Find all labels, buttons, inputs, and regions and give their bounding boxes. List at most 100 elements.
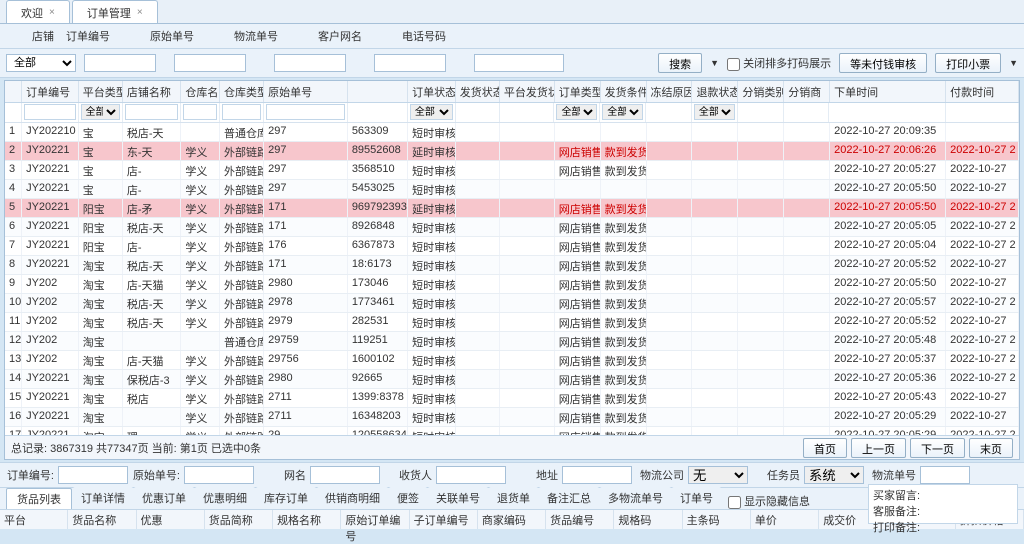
table-row[interactable]: 16JY20221淘宝 学义外部链路疗271116348203短时审核网店销售款… bbox=[5, 408, 1019, 427]
tab-welcome[interactable]: 欢迎× bbox=[6, 0, 70, 23]
table-row[interactable]: 13JY202淘宝店-天猫学义外部链路疗297561600102短时审核网店销售… bbox=[5, 351, 1019, 370]
table-row[interactable]: 8JY20221淘宝税店-天学义外部链路疗17118:6173短时审核网店销售款… bbox=[5, 256, 1019, 275]
origno-input[interactable] bbox=[174, 54, 246, 72]
det-exp[interactable]: 无 bbox=[688, 466, 748, 484]
sh-short[interactable]: 货品简称 bbox=[205, 510, 273, 529]
sh-promo[interactable]: 优惠 bbox=[137, 510, 205, 529]
col-orderstatus[interactable]: 订单状态 bbox=[408, 81, 456, 102]
sh-platform[interactable]: 平台 bbox=[0, 510, 68, 529]
table-row[interactable]: 15JY20221淘宝税店学义外部链路疗27111399:8378短时审核网店销… bbox=[5, 389, 1019, 408]
flt-refund[interactable]: 全部 bbox=[694, 104, 735, 120]
table-row[interactable]: 2JY20221宝东-天学义外部链路疗29789552608延时审核网店销售款到… bbox=[5, 142, 1019, 161]
col-freeze[interactable]: 冻结原因 bbox=[647, 81, 693, 102]
store-select[interactable]: 全部 bbox=[6, 54, 76, 72]
subtab-promodet[interactable]: 优惠明细 bbox=[195, 487, 255, 509]
det-name[interactable] bbox=[310, 466, 380, 484]
col-shop[interactable]: 店铺名称 bbox=[123, 81, 181, 102]
subtab-promo[interactable]: 优惠订单 bbox=[134, 487, 194, 509]
chk-hide[interactable]: 显示隐藏信息 bbox=[728, 493, 810, 509]
subtab-detail[interactable]: 订单详情 bbox=[73, 487, 133, 509]
lbl-phone: 电话号码 bbox=[398, 28, 446, 44]
det-orig[interactable] bbox=[184, 466, 254, 484]
table-row[interactable]: 5JY20221阳宝店-矛学义外部链路疗171969792393延时审核网店销售… bbox=[5, 199, 1019, 218]
wait-button[interactable]: 等未付钱审核 bbox=[839, 53, 927, 73]
subtab-return[interactable]: 退货单 bbox=[489, 487, 538, 509]
col-distrib[interactable]: 分销商 bbox=[784, 81, 830, 102]
det-orderno[interactable] bbox=[58, 466, 128, 484]
flt-shop[interactable] bbox=[125, 104, 179, 120]
table-row[interactable]: 17JY20221淘宝理学义外部链路疗29120558634短时审核网店销售款到… bbox=[5, 427, 1019, 435]
col-orderno[interactable]: 订单编号 bbox=[22, 81, 79, 102]
col-distcat[interactable]: 分销类别 bbox=[738, 81, 784, 102]
table-row[interactable]: 1JY202210宝税店-天 普通仓库297563309短时审核2022-10-… bbox=[5, 123, 1019, 142]
col-refund[interactable]: 退款状态 bbox=[692, 81, 738, 102]
sh-sub[interactable]: 子订单编号 bbox=[410, 510, 478, 529]
flt-orderno[interactable] bbox=[24, 104, 76, 120]
orderno-input[interactable] bbox=[84, 54, 156, 72]
subtab-stock[interactable]: 库存订单 bbox=[256, 487, 316, 509]
table-row[interactable]: 3JY20221宝店-学义外部链路疗2973568510短时审核网店销售款到发货… bbox=[5, 161, 1019, 180]
close-icon[interactable]: × bbox=[49, 7, 55, 18]
table-row[interactable]: 12JY202淘宝 普通仓库29759119251短时审核网店销售款到发货202… bbox=[5, 332, 1019, 351]
flt-cond[interactable]: 全部 bbox=[602, 104, 643, 120]
subtab-ono[interactable]: 订单号 bbox=[672, 487, 721, 509]
col-ordertime[interactable]: 下单时间 bbox=[830, 81, 946, 102]
sh-mer[interactable]: 商家编码 bbox=[478, 510, 546, 529]
sh-spec[interactable]: 规格名称 bbox=[273, 510, 341, 529]
col-paytime[interactable]: 付款时间 bbox=[946, 81, 1019, 102]
grid-filter-row: 全部 全部 全部 全部 全部 bbox=[5, 103, 1019, 123]
col-shipstatus[interactable]: 发货状态 bbox=[456, 81, 500, 102]
table-row[interactable]: 11JY202淘宝税店-天学义外部链路疗2979282531短时审核网店销售款到… bbox=[5, 313, 1019, 332]
sh-orig[interactable]: 原始订单编号 bbox=[341, 510, 409, 529]
next-page-button[interactable]: 下一页 bbox=[910, 438, 965, 458]
table-row[interactable]: 14JY20221淘宝保税店-3学义外部链路疗298092665短时审核网店销售… bbox=[5, 370, 1019, 389]
col-cond[interactable]: 发货条件 bbox=[601, 81, 647, 102]
prev-page-button[interactable]: 上一页 bbox=[851, 438, 906, 458]
sh-barcode[interactable]: 主条码 bbox=[683, 510, 751, 529]
table-row[interactable]: 4JY20221宝店-学义外部链路疗2975453025短时审核2022-10-… bbox=[5, 180, 1019, 199]
col-warehouse[interactable]: 仓库名 bbox=[181, 81, 220, 102]
flt-platform[interactable]: 全部 bbox=[81, 104, 120, 120]
subtab-goods[interactable]: 货品列表 bbox=[6, 488, 72, 509]
col-platship[interactable]: 平台发货状态 bbox=[500, 81, 555, 102]
first-page-button[interactable]: 首页 bbox=[803, 438, 847, 458]
subtab-note[interactable]: 便签 bbox=[389, 487, 427, 509]
det-expno[interactable] bbox=[920, 466, 970, 484]
subtab-related[interactable]: 关联单号 bbox=[428, 487, 488, 509]
det-recv[interactable] bbox=[436, 466, 506, 484]
flt-status[interactable]: 全部 bbox=[410, 104, 453, 120]
flt-wht[interactable] bbox=[222, 104, 261, 120]
sh-speccode[interactable]: 规格码 bbox=[614, 510, 682, 529]
table-row[interactable]: 6JY20221阳宝税店-天学义外部链路疗1718926848短时审核网店销售款… bbox=[5, 218, 1019, 237]
sh-goods[interactable]: 货品名称 bbox=[68, 510, 136, 529]
subtab-multiexp[interactable]: 多物流单号 bbox=[600, 487, 671, 509]
chk-closemulti[interactable]: 关闭排多打码展示 bbox=[727, 55, 831, 71]
lbl-recv: 收货人 bbox=[384, 467, 432, 483]
flt-wh[interactable] bbox=[183, 104, 217, 120]
table-row[interactable]: 7JY20221阳宝店-学义外部链路疗1766367873短时审核网店销售款到发… bbox=[5, 237, 1019, 256]
buyer-input[interactable] bbox=[374, 54, 446, 72]
tab-order-mgmt[interactable]: 订单管理× bbox=[72, 0, 158, 23]
print-button[interactable]: 打印小票 bbox=[935, 53, 1001, 73]
flt-otype[interactable]: 全部 bbox=[556, 104, 597, 120]
close-icon[interactable]: × bbox=[137, 7, 143, 18]
phone-input[interactable] bbox=[474, 54, 564, 72]
sh-goodsno[interactable]: 货品编号 bbox=[546, 510, 614, 529]
det-addr[interactable] bbox=[562, 466, 632, 484]
expno-input[interactable] bbox=[274, 54, 346, 72]
sh-price[interactable]: 单价 bbox=[751, 510, 819, 529]
table-row[interactable]: 10JY202淘宝税店-天学义外部链路疗29781773461短时审核网店销售款… bbox=[5, 294, 1019, 313]
subtab-remarks[interactable]: 备注汇总 bbox=[539, 487, 599, 509]
det-clerk[interactable]: 系统 bbox=[804, 466, 864, 484]
col-ordertype[interactable]: 订单类型 bbox=[555, 81, 601, 102]
col-platform[interactable]: 平台类型 bbox=[79, 81, 123, 102]
grid-body[interactable]: 1JY202210宝税店-天 普通仓库297563309短时审核2022-10-… bbox=[5, 123, 1019, 435]
col-origno[interactable]: 原始单号 bbox=[264, 81, 348, 102]
flt-orig[interactable] bbox=[266, 104, 345, 120]
subtab-supplier[interactable]: 供销商明细 bbox=[317, 487, 388, 509]
col-extra[interactable] bbox=[348, 81, 408, 102]
col-whtype[interactable]: 仓库类型 bbox=[220, 81, 264, 102]
search-button[interactable]: 搜索 bbox=[658, 53, 702, 73]
last-page-button[interactable]: 末页 bbox=[969, 438, 1013, 458]
table-row[interactable]: 9JY202淘宝店-天猫学义外部链路疗2980173046短时审核网店销售款到发… bbox=[5, 275, 1019, 294]
